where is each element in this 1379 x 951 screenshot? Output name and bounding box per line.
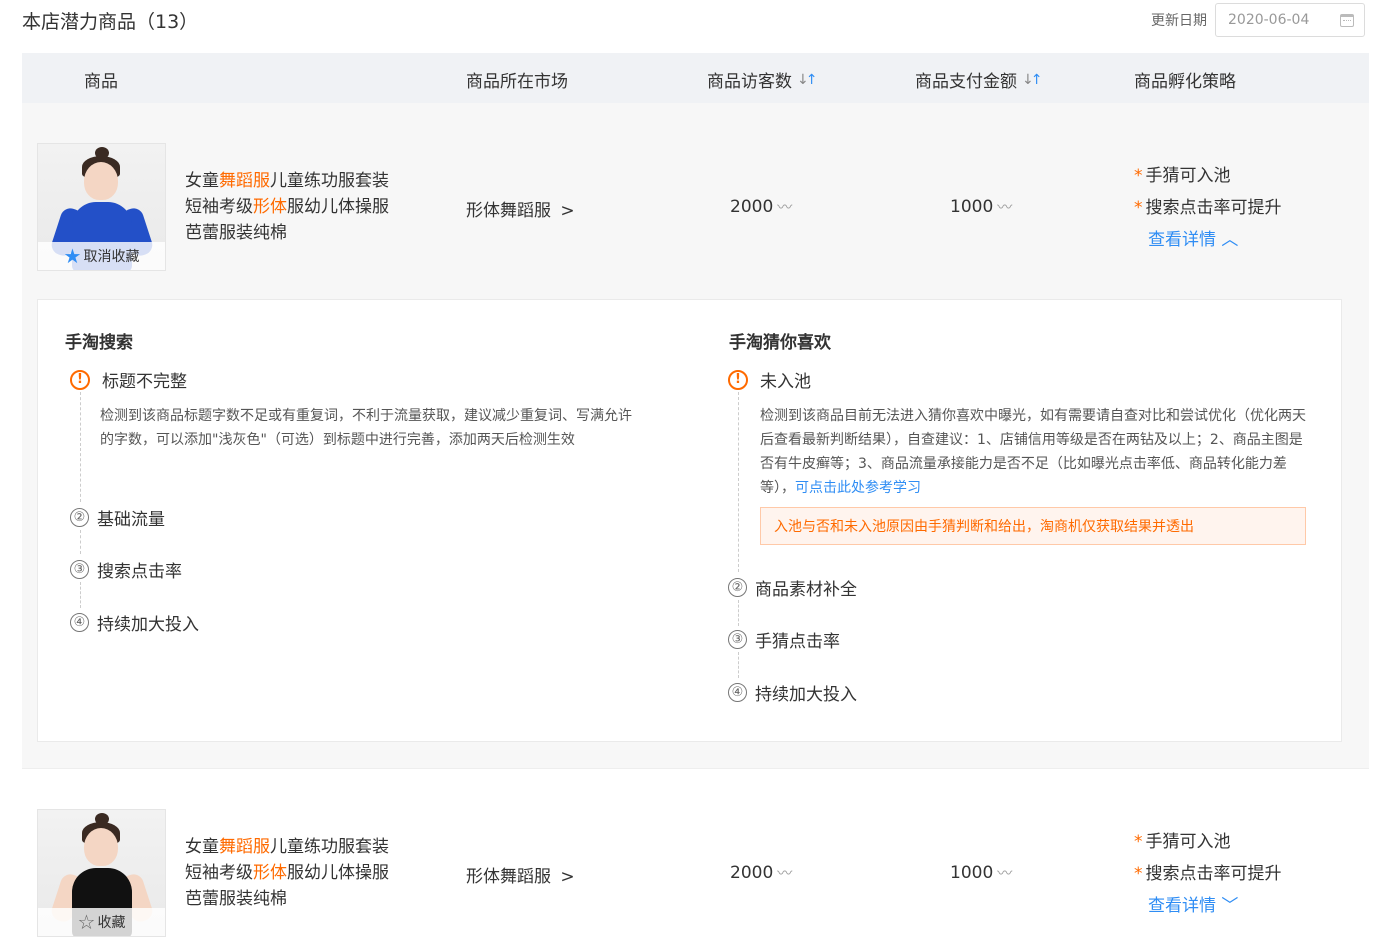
view-detail-link[interactable]: 查看详情 ﹀ — [1148, 890, 1282, 922]
calendar-icon — [1340, 13, 1354, 27]
search-section-title: 手淘搜索 — [65, 333, 133, 353]
strategy-item: * 手猜可入池 — [1134, 832, 1231, 852]
guess-section-title: 手淘猜你喜欢 — [729, 333, 831, 353]
col-payment-label: 商品支付金额 — [915, 72, 1017, 92]
sort-icon[interactable]: ↓↑ — [1022, 72, 1042, 88]
favorite-button[interactable]: ☆ 收藏 — [38, 908, 165, 936]
step-number: ② — [70, 508, 89, 527]
strategy-list: * 手猜可入池 * 搜索点击率可提升 查看详情 ︿ — [1134, 160, 1282, 256]
step-number: ④ — [70, 613, 89, 632]
col-product: 商品 — [84, 72, 118, 92]
step-not-in-pool: ! 未入池 — [728, 367, 811, 392]
star-filled-icon: ★ — [63, 244, 82, 268]
market-link[interactable]: 形体舞蹈服 > — [466, 862, 575, 887]
payment-value: 1000 〰 — [950, 197, 1013, 217]
star-outline-icon: ☆ — [77, 910, 96, 934]
strategy-item: * 手猜可入池 — [1134, 166, 1231, 186]
page-title: 本店潜力商品（13） — [22, 11, 199, 33]
step-desc: 检测到该商品目前无法进入猜你喜欢中曝光，如有需要请自查对比和尝试优化（优化两天后… — [760, 408, 1306, 496]
table-header: 商品 商品所在市场 商品访客数 ↓↑ 商品支付金额 ↓↑ 商品孵化策略 — [22, 53, 1369, 103]
product-image[interactable]: ★ 取消收藏 — [37, 143, 166, 271]
sort-icon[interactable]: ↓↑ — [797, 72, 817, 88]
step-desc: 检测到该商品标题字数不足或有重复词，不利于流量获取，建议减少重复词、写满允许的字… — [100, 408, 632, 448]
product-image[interactable]: ☆ 收藏 — [37, 809, 166, 937]
visitors-value: 2000 〰 — [730, 197, 793, 217]
unfavorite-button[interactable]: ★ 取消收藏 — [38, 242, 165, 270]
product-name[interactable]: 女童舞蹈服儿童练功服套装短袖考级形体服幼儿体操服芭蕾服装纯棉 — [185, 168, 395, 246]
learn-more-link[interactable]: 可点击此处参考学习 — [795, 480, 921, 496]
trend-icon[interactable]: 〰 — [777, 864, 792, 882]
col-market: 商品所在市场 — [466, 72, 568, 92]
view-detail-link[interactable]: 查看详情 ︿ — [1148, 224, 1282, 256]
step-invest-more: ④ 持续加大投入 — [70, 610, 199, 635]
step-number: ③ — [728, 630, 747, 649]
chevron-right-icon: > — [560, 201, 575, 221]
col-visitors[interactable]: 商品访客数 ↓↑ — [707, 67, 817, 93]
product-name[interactable]: 女童舞蹈服儿童练功服套装短袖考级形体服幼儿体操服芭蕾服装纯棉 — [185, 834, 395, 912]
col-visitors-label: 商品访客数 — [707, 72, 792, 92]
trend-icon[interactable]: 〰 — [997, 198, 1012, 216]
fav-label: 收藏 — [97, 915, 126, 931]
date-value: 2020-06-04 — [1228, 12, 1310, 28]
chevron-right-icon: > — [560, 867, 575, 887]
chevron-up-icon: ︿ — [1216, 230, 1239, 250]
visitors-value: 2000 〰 — [730, 863, 793, 883]
col-strategy: 商品孵化策略 — [1134, 72, 1236, 92]
step-guess-ctr: ③ 手猜点击率 — [728, 627, 840, 652]
warning-icon: ! — [70, 369, 90, 390]
fav-label: 取消收藏 — [83, 249, 140, 265]
chevron-down-icon: ﹀ — [1216, 896, 1239, 916]
strategy-list: * 手猜可入池 * 搜索点击率可提升 查看详情 ﹀ — [1134, 826, 1282, 922]
step-invest-more: ④ 持续加大投入 — [728, 680, 857, 705]
col-payment[interactable]: 商品支付金额 ↓↑ — [915, 67, 1042, 93]
step-search-ctr: ③ 搜索点击率 — [70, 557, 182, 582]
strategy-item: * 搜索点击率可提升 — [1134, 864, 1282, 884]
trend-icon[interactable]: 〰 — [997, 864, 1012, 882]
notice-banner: 入池与否和未入池原因由手猜判断和给出，淘商机仅获取结果并透出 — [760, 507, 1306, 545]
trend-icon[interactable]: 〰 — [777, 198, 792, 216]
date-label: 更新日期 — [1151, 13, 1207, 29]
step-number: ③ — [70, 560, 89, 579]
step-base-traffic: ② 基础流量 — [70, 505, 165, 530]
step-title-incomplete: ! 标题不完整 — [70, 367, 187, 392]
payment-value: 1000 〰 — [950, 863, 1013, 883]
step-number: ④ — [728, 683, 747, 702]
step-material: ② 商品素材补全 — [728, 575, 857, 600]
strategy-item: * 搜索点击率可提升 — [1134, 198, 1282, 218]
update-date: 更新日期 2020-06-04 — [1151, 3, 1365, 37]
warning-icon: ! — [728, 369, 748, 390]
step-number: ② — [728, 578, 747, 597]
date-picker[interactable]: 2020-06-04 — [1215, 3, 1365, 37]
market-link[interactable]: 形体舞蹈服 > — [466, 196, 575, 221]
